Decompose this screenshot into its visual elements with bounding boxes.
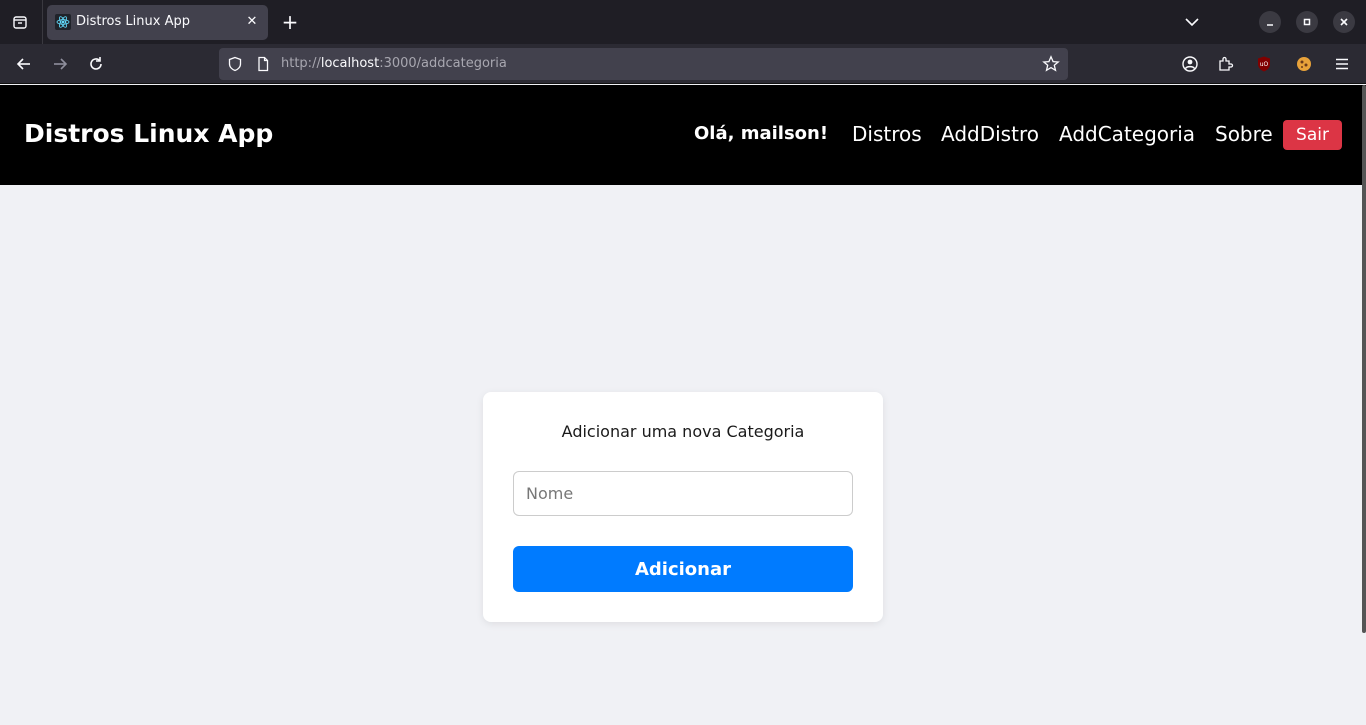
app-brand[interactable]: Distros Linux App <box>24 119 273 148</box>
reload-icon[interactable] <box>84 52 108 76</box>
page-icon[interactable] <box>251 52 275 76</box>
browser-tab-bar: Distros Linux App ✕ + <box>0 0 1366 44</box>
page-scrollbar[interactable] <box>1362 85 1366 633</box>
close-icon[interactable]: ✕ <box>244 14 260 30</box>
new-tab-icon[interactable]: + <box>278 10 302 34</box>
ublock-icon[interactable]: uO <box>1252 52 1276 76</box>
tab-separator <box>42 0 43 44</box>
logout-button[interactable]: Sair <box>1283 120 1342 150</box>
menu-icon[interactable] <box>1330 52 1354 76</box>
back-icon[interactable] <box>12 52 36 76</box>
url-bar[interactable]: http://localhost:3000/addcategoria <box>219 48 1068 80</box>
chevron-down-icon[interactable] <box>1180 10 1204 34</box>
tab-title: Distros Linux App <box>76 14 190 29</box>
url-text[interactable]: http://localhost:3000/addcategoria <box>281 56 507 71</box>
forward-icon[interactable] <box>48 52 72 76</box>
nav-link-addcategoria[interactable]: AddCategoria <box>1059 122 1195 146</box>
browser-navigation-bar: http://localhost:3000/addcategoria uO <box>0 44 1366 84</box>
nav-link-sobre[interactable]: Sobre <box>1215 122 1273 146</box>
react-icon <box>55 14 71 30</box>
minimize-icon[interactable] <box>1259 11 1281 33</box>
account-icon[interactable] <box>1178 52 1202 76</box>
svg-text:uO: uO <box>1260 61 1269 68</box>
maximize-icon[interactable] <box>1296 11 1318 33</box>
bookmark-star-icon[interactable] <box>1039 52 1063 76</box>
page-content: Distros Linux App Olá, mailson! Distros … <box>0 85 1366 725</box>
extension-cookie-icon[interactable] <box>1292 52 1316 76</box>
shield-icon[interactable] <box>223 52 247 76</box>
window-close-icon[interactable] <box>1333 11 1355 33</box>
category-name-input[interactable] <box>513 471 853 516</box>
nav-link-adddistro[interactable]: AddDistro <box>941 122 1039 146</box>
tab-list-icon[interactable] <box>8 10 32 34</box>
add-category-button[interactable]: Adicionar <box>513 546 853 592</box>
nav-link-distros[interactable]: Distros <box>852 122 922 146</box>
add-category-card: Adicionar uma nova Categoria Adicionar <box>483 392 883 622</box>
user-greeting: Olá, mailson! <box>694 123 829 144</box>
app-header: Distros Linux App Olá, mailson! Distros … <box>0 85 1366 185</box>
browser-tab[interactable]: Distros Linux App ✕ <box>47 5 268 40</box>
form-title: Adicionar uma nova Categoria <box>561 422 805 441</box>
extensions-icon[interactable] <box>1214 52 1238 76</box>
